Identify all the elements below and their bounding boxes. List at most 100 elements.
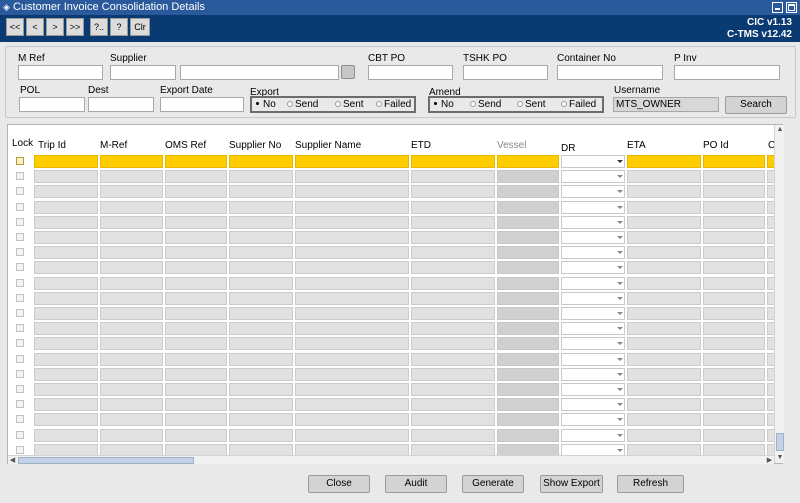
cell-eta[interactable]: [627, 246, 701, 259]
cell-po-id[interactable]: [703, 261, 765, 274]
cell-supplier-no[interactable]: [229, 368, 293, 381]
cell-m-ref[interactable]: [100, 246, 163, 259]
cell-po-id[interactable]: [703, 216, 765, 229]
cell-oms-ref[interactable]: [165, 398, 227, 411]
cell-trip-id[interactable]: [34, 261, 98, 274]
cell-m-ref[interactable]: [100, 383, 163, 396]
cell-eta[interactable]: [627, 307, 701, 320]
cell-supplier-name[interactable]: [295, 322, 409, 335]
scroll-left-icon[interactable]: ◀: [8, 456, 17, 465]
lock-checkbox[interactable]: [16, 339, 24, 347]
show-export-button[interactable]: Show Export: [540, 475, 603, 493]
cell-etd[interactable]: [411, 155, 495, 168]
cell-etd[interactable]: [411, 170, 495, 183]
cell-supplier-name[interactable]: [295, 261, 409, 274]
cell-po-id[interactable]: [703, 246, 765, 259]
cell-supplier-no[interactable]: [229, 261, 293, 274]
lock-checkbox[interactable]: [16, 248, 24, 256]
cell-eta[interactable]: [627, 216, 701, 229]
cell-supplier-name[interactable]: [295, 292, 409, 305]
cell-trip-id[interactable]: [34, 307, 98, 320]
cell-vessel[interactable]: [497, 170, 559, 183]
dr-dropdown[interactable]: [561, 413, 625, 426]
cell-supplier-name[interactable]: [295, 246, 409, 259]
cell-oms-ref[interactable]: [165, 413, 227, 426]
cell-supplier-no[interactable]: [229, 155, 293, 168]
cell-oms-ref[interactable]: [165, 353, 227, 366]
cell-oms-ref[interactable]: [165, 201, 227, 214]
dr-dropdown[interactable]: [561, 322, 625, 335]
cell-supplier-no[interactable]: [229, 246, 293, 259]
dr-dropdown[interactable]: [561, 383, 625, 396]
cell-supplier-name[interactable]: [295, 155, 409, 168]
cell-m-ref[interactable]: [100, 155, 163, 168]
cell-eta[interactable]: [627, 185, 701, 198]
cell-m-ref[interactable]: [100, 322, 163, 335]
generate-button[interactable]: Generate: [462, 475, 524, 493]
cell-supplier-name[interactable]: [295, 307, 409, 320]
cell-vessel[interactable]: [497, 277, 559, 290]
cell-m-ref[interactable]: [100, 398, 163, 411]
cell-trip-id[interactable]: [34, 185, 98, 198]
cbtpo-input[interactable]: [368, 65, 453, 80]
cell-oms-ref[interactable]: [165, 170, 227, 183]
lock-checkbox[interactable]: [16, 187, 24, 195]
cell-vessel[interactable]: [497, 429, 559, 442]
cell-trip-id[interactable]: [34, 353, 98, 366]
cell-etd[interactable]: [411, 261, 495, 274]
help-button[interactable]: ?: [110, 18, 128, 36]
cell-eta[interactable]: [627, 292, 701, 305]
supplier-code-input[interactable]: [110, 65, 176, 80]
lock-checkbox[interactable]: [16, 263, 24, 271]
cell-etd[interactable]: [411, 246, 495, 259]
export-radio-no[interactable]: No: [256, 99, 276, 110]
cell-eta[interactable]: [627, 201, 701, 214]
cell-supplier-no[interactable]: [229, 322, 293, 335]
cell-oms-ref[interactable]: [165, 185, 227, 198]
cell-oms-ref[interactable]: [165, 231, 227, 244]
cell-trip-id[interactable]: [34, 337, 98, 350]
cell-supplier-name[interactable]: [295, 201, 409, 214]
dr-dropdown[interactable]: [561, 185, 625, 198]
scroll-right-icon[interactable]: ▶: [765, 456, 774, 465]
cell-vessel[interactable]: [497, 398, 559, 411]
dr-dropdown[interactable]: [561, 277, 625, 290]
amend-radio-no[interactable]: No: [434, 99, 454, 110]
cell-supplier-no[interactable]: [229, 383, 293, 396]
cell-oms-ref[interactable]: [165, 337, 227, 350]
scroll-up-icon[interactable]: ▲: [775, 125, 785, 135]
cell-etd[interactable]: [411, 429, 495, 442]
cell-m-ref[interactable]: [100, 353, 163, 366]
cell-oms-ref[interactable]: [165, 246, 227, 259]
cell-supplier-no[interactable]: [229, 429, 293, 442]
cell-m-ref[interactable]: [100, 185, 163, 198]
supplier-name-input[interactable]: [180, 65, 339, 80]
next-record-button[interactable]: >: [46, 18, 64, 36]
lock-checkbox[interactable]: [16, 218, 24, 226]
cell-m-ref[interactable]: [100, 216, 163, 229]
lock-checkbox[interactable]: [16, 157, 24, 165]
cell-po-id[interactable]: [703, 170, 765, 183]
cell-supplier-name[interactable]: [295, 216, 409, 229]
cell-vessel[interactable]: [497, 185, 559, 198]
cell-oms-ref[interactable]: [165, 307, 227, 320]
cell-vessel[interactable]: [497, 155, 559, 168]
cell-etd[interactable]: [411, 398, 495, 411]
lock-checkbox[interactable]: [16, 233, 24, 241]
dr-dropdown[interactable]: [561, 170, 625, 183]
cell-eta[interactable]: [627, 261, 701, 274]
cell-oms-ref[interactable]: [165, 216, 227, 229]
cell-m-ref[interactable]: [100, 277, 163, 290]
export-date-input[interactable]: [160, 97, 244, 112]
cell-supplier-no[interactable]: [229, 353, 293, 366]
cell-vessel[interactable]: [497, 216, 559, 229]
cell-vessel[interactable]: [497, 246, 559, 259]
cell-oms-ref[interactable]: [165, 322, 227, 335]
container-input[interactable]: [557, 65, 663, 80]
cell-vessel[interactable]: [497, 201, 559, 214]
cell-supplier-name[interactable]: [295, 170, 409, 183]
dr-dropdown[interactable]: [561, 216, 625, 229]
search-button[interactable]: Search: [725, 96, 787, 114]
cell-supplier-name[interactable]: [295, 383, 409, 396]
cell-vessel[interactable]: [497, 353, 559, 366]
